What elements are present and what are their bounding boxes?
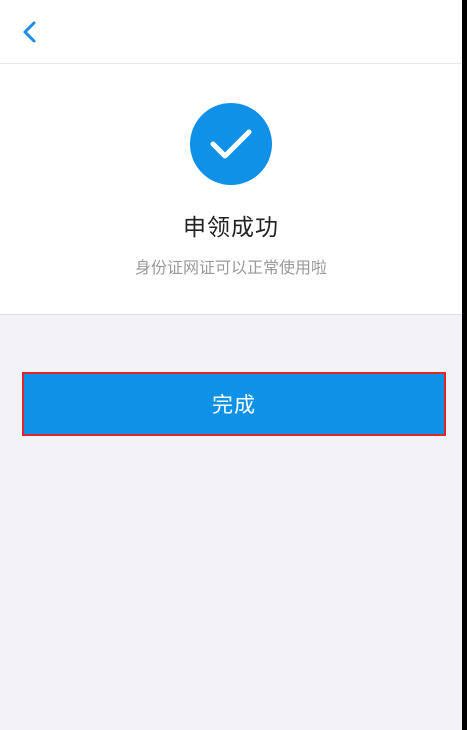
done-button-label: 完成 xyxy=(212,393,256,417)
back-button[interactable] xyxy=(12,14,48,50)
navigation-bar xyxy=(0,0,462,64)
check-circle-icon xyxy=(190,103,272,185)
success-title: 申领成功 xyxy=(183,215,279,241)
checkmark-icon xyxy=(210,129,252,159)
chevron-left-icon xyxy=(23,21,36,43)
app-screen: 申领成功 身份证网证可以正常使用啦 完成 xyxy=(0,0,462,730)
success-message: 身份证网证可以正常使用啦 xyxy=(134,258,327,277)
success-panel: 申领成功 身份证网证可以正常使用啦 xyxy=(0,64,462,315)
done-button[interactable]: 完成 xyxy=(22,372,446,436)
